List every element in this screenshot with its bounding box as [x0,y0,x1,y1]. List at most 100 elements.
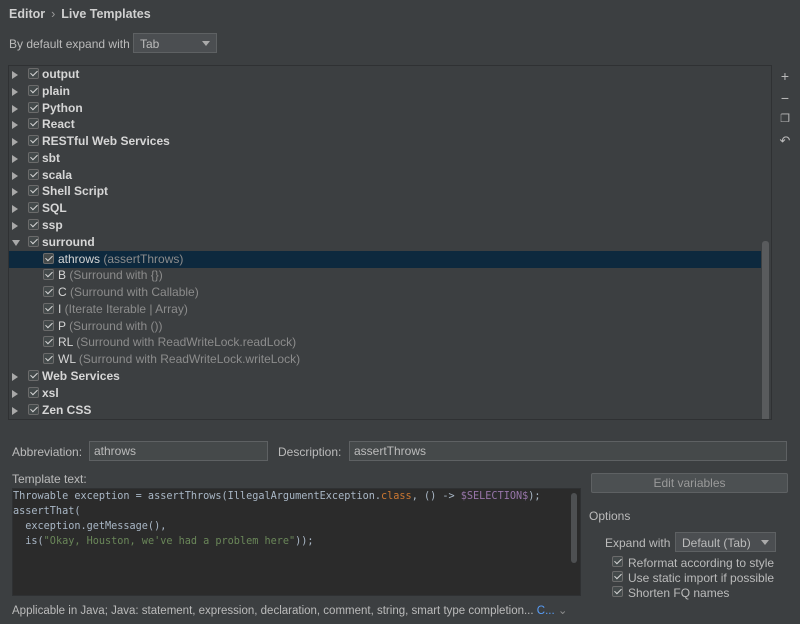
template-text-editor[interactable]: Throwable exception = assertThrows(Illeg… [12,488,581,596]
code-line-3: exception.getMessage(), [13,521,167,532]
group-checkbox[interactable] [28,101,39,113]
chevron-down-icon: ⌄ [557,605,568,617]
chevron-right-icon[interactable] [12,104,18,113]
group-checkbox[interactable] [28,185,39,197]
chevron-right-icon[interactable] [12,171,18,180]
template-checkbox[interactable] [43,269,54,281]
abbreviation-field[interactable]: athrows [89,441,268,461]
chevron-right-icon[interactable] [12,188,18,197]
description-value: assertThrows [354,444,427,458]
tree-group-row[interactable]: SQL [9,200,761,217]
templates-tree[interactable]: output plain Python React RESTful Web Servic… [8,65,772,420]
chevron-right-icon[interactable] [12,373,18,382]
change-context-link[interactable]: C... ⌄ [537,605,568,617]
group-checkbox[interactable] [28,118,39,130]
tree-group-row[interactable]: RESTful Web Services [9,133,761,150]
group-checkbox[interactable] [28,68,39,79]
tree-group-row[interactable]: sbt [9,150,761,167]
tree-group-row[interactable]: plain [9,83,761,100]
template-checkbox[interactable] [43,353,54,365]
chevron-right-icon[interactable] [12,389,18,398]
breadcrumb: Editor › Live Templates [9,7,151,21]
template-description: (Surround with ()) [65,318,163,333]
tree-group-row[interactable]: Web Services [9,368,761,385]
group-name: React [42,117,75,132]
chevron-down-icon[interactable] [12,239,20,246]
group-checkbox[interactable] [28,403,39,415]
edit-variables-button[interactable]: Edit variables [591,473,788,493]
group-name: Python [42,100,83,115]
copy-icon[interactable]: ❐ [778,112,792,126]
tree-group-row[interactable]: Zen CSS [9,402,761,419]
remove-icon[interactable]: − [778,91,792,105]
template-abbreviation: C (Surround with Callable) [58,285,199,300]
tree-group-row[interactable]: surround [9,234,761,251]
restore-icon[interactable]: ↶ [778,134,792,148]
template-abbreviation: RL (Surround with ReadWriteLock.readLock… [58,335,297,350]
group-checkbox[interactable] [28,168,39,180]
tree-group-row[interactable]: Python [9,100,761,117]
chevron-right-icon[interactable] [12,71,18,79]
add-icon[interactable]: + [778,69,792,83]
chevron-right-icon[interactable] [12,205,18,214]
group-checkbox[interactable] [28,151,39,163]
abbreviation-value: athrows [94,444,137,458]
template-description: (Surround with ReadWriteLock.readLock) [72,335,297,350]
template-row[interactable]: C (Surround with Callable) [9,284,761,301]
template-row[interactable]: RL (Surround with ReadWriteLock.readLock… [9,334,761,351]
template-checkbox[interactable] [43,319,54,331]
group-name: scala [42,167,73,182]
tree-group-row[interactable]: scala [9,167,761,184]
options-title: Options [589,509,631,523]
tree-group-row[interactable]: xsl [9,385,761,402]
template-abbreviation: WL (Surround with ReadWriteLock.writeLoc… [58,352,301,367]
tree-scrollbar[interactable] [762,241,769,419]
group-name: Zen CSS [42,402,92,417]
template-row[interactable]: WL (Surround with ReadWriteLock.writeLoc… [9,351,761,368]
tree-group-row[interactable]: output [9,66,761,83]
group-name: SQL [42,201,67,216]
template-row[interactable]: athrows (assertThrows) [9,250,761,268]
chevron-right-icon[interactable] [12,138,18,147]
tree-group-row[interactable]: React [9,116,761,133]
expand-with-value: Tab [140,37,160,51]
template-row[interactable]: I (Iterate Iterable | Array) [9,301,761,318]
code-line-2: assertThat( [13,506,81,517]
template-checkbox[interactable] [43,336,54,348]
group-checkbox[interactable] [28,202,39,214]
static-import-checkbox[interactable] [612,571,623,582]
template-checkbox[interactable] [43,286,54,298]
reformat-checkbox[interactable] [612,556,623,567]
group-checkbox[interactable] [28,370,39,382]
description-field[interactable]: assertThrows [349,441,787,461]
template-abbreviation: B (Surround with {}) [58,268,163,283]
template-row[interactable]: P (Surround with ()) [9,318,761,335]
code-line-1: Throwable exception = assertThrows(Illeg… [13,491,541,502]
template-checkbox[interactable] [43,302,54,314]
shorten-fq-checkbox[interactable] [612,586,623,597]
group-name: Web Services [42,369,120,384]
options-expand-dropdown[interactable]: Default (Tab) [675,532,776,552]
group-checkbox[interactable] [28,219,39,231]
chevron-right-icon[interactable] [12,87,18,96]
group-checkbox[interactable] [28,84,39,96]
template-abbreviation: I (Iterate Iterable | Array) [58,301,188,316]
group-checkbox[interactable] [28,235,39,247]
options-expand-label: Expand with [605,536,671,550]
chevron-right-icon[interactable] [12,121,18,130]
breadcrumb-editor[interactable]: Editor [9,7,45,21]
chevron-right-icon[interactable] [12,406,18,415]
chevron-right-icon[interactable] [12,222,18,231]
chevron-right-icon[interactable] [12,154,18,163]
static-import-label: Use static import if possible [628,571,775,585]
tree-group-row[interactable]: Shell Script [9,183,761,200]
applicable-contexts: Applicable in Java; Java: statement, exp… [12,605,534,617]
tree-group-row[interactable]: ssp [9,217,761,234]
group-checkbox[interactable] [28,135,39,147]
expand-with-dropdown[interactable]: Tab [133,33,217,53]
template-checkbox[interactable] [43,252,54,264]
breadcrumb-live-templates: Live Templates [61,7,151,21]
group-checkbox[interactable] [28,386,39,398]
template-row[interactable]: B (Surround with {}) [9,267,761,284]
editor-scrollbar[interactable] [571,493,577,563]
